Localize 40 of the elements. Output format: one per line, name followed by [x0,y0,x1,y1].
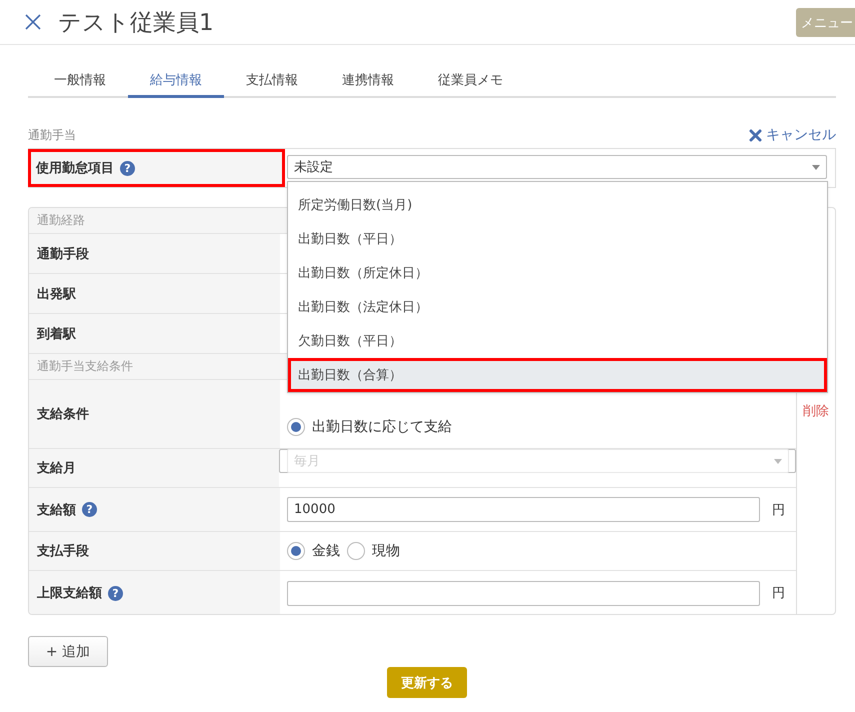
field-label: 通勤手段 [29,234,280,273]
help-icon[interactable]: ? [82,502,97,517]
select-field[interactable]: 未設定 [287,155,827,179]
radio-label: 出勤日数に応じて支給 [312,418,452,436]
unit-label: 円 [772,502,785,518]
radio-label: 現物 [372,542,400,560]
add-button[interactable]: + 追加 [28,636,108,667]
field-label: 到着駅 [29,314,280,353]
field-label: 支給条件 [37,406,89,423]
tab[interactable]: 従業員メモ [416,64,525,98]
tab[interactable]: 連携情報 [320,64,416,98]
help-icon[interactable]: ? [120,160,135,176]
field-label: 支給額 [37,502,76,518]
field-label: 使用勤怠項目 ? [28,149,285,187]
field-label: 支払手段 [37,542,89,560]
radio-button[interactable] [287,418,305,436]
dropdown-option[interactable]: 出勤日数（所定休日） [288,256,827,290]
section-title: 通勤手当 [28,126,76,144]
page-title: テスト従業員1 [58,8,214,38]
delete-link[interactable]: 削除 [803,402,829,420]
radio-label: 金銭 [312,542,340,560]
dropdown-option[interactable]: 出勤日数（法定休日） [288,290,827,324]
help-icon[interactable]: ? [108,586,123,600]
tab[interactable]: 支払情報 [224,64,320,98]
field-label: 出発駅 [29,274,280,313]
close-icon [749,128,762,142]
unit-label: 円 [772,585,785,602]
input-field[interactable]: 10000 [287,497,760,522]
close-icon[interactable] [25,14,41,30]
radio-button[interactable] [287,542,305,560]
cancel-link[interactable]: キャンセル [749,126,836,144]
field-label: 支給月 [37,460,76,477]
field-label: 上限支給額 [37,584,102,602]
caret-icon [774,458,782,464]
radio-button[interactable] [347,542,365,560]
input-field[interactable] [287,580,760,606]
caret-icon [812,164,820,170]
tab[interactable]: 一般情報 [32,64,128,98]
tab[interactable]: 給与情報 [128,64,224,98]
dropdown-option[interactable]: 出勤日数（合算） [288,358,827,392]
